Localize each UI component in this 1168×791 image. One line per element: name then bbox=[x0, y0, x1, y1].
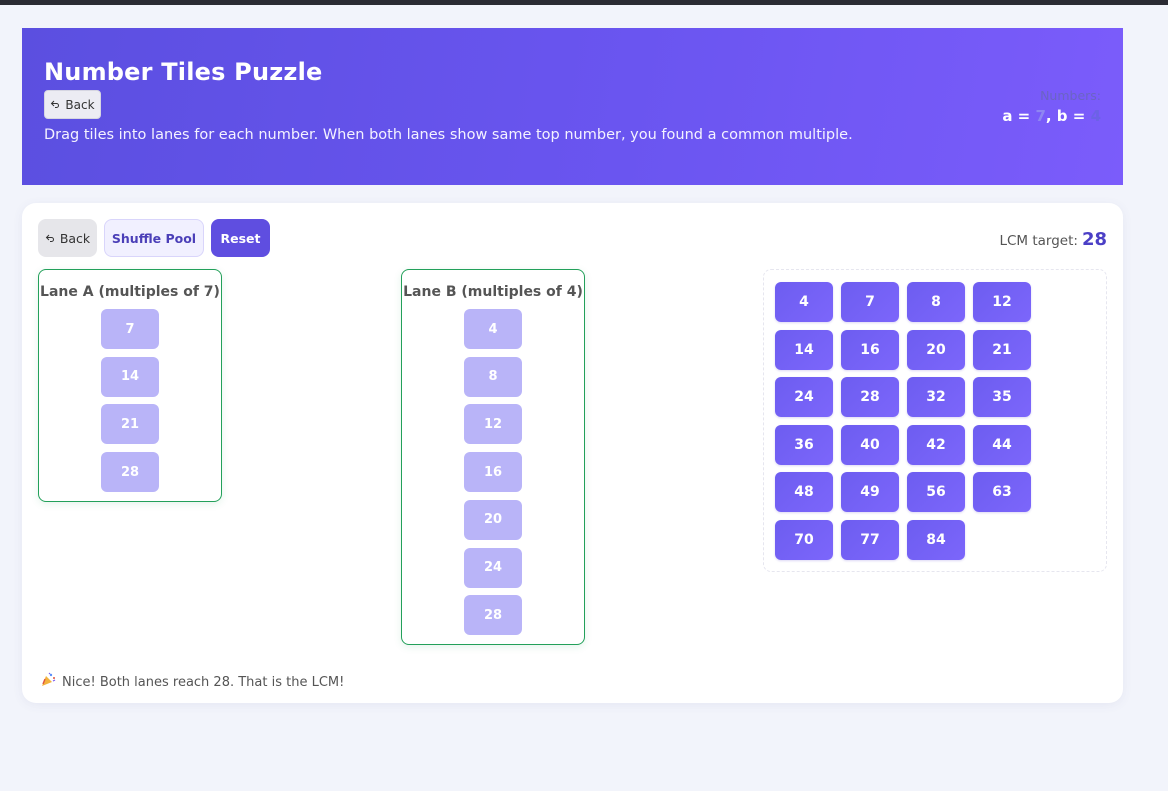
pool-tile[interactable]: 70 bbox=[775, 520, 833, 560]
pool-tile[interactable]: 84 bbox=[907, 520, 965, 560]
pool-tile[interactable]: 42 bbox=[907, 424, 965, 465]
header-back-label: Back bbox=[65, 97, 95, 112]
lane-b-tile[interactable]: 28 bbox=[464, 595, 522, 636]
lane-b-tile[interactable]: 24 bbox=[464, 547, 522, 588]
pool-tile[interactable]: 49 bbox=[841, 472, 899, 513]
reset-button[interactable]: Reset bbox=[211, 219, 270, 257]
lane-a-tile[interactable]: 21 bbox=[101, 404, 159, 445]
lane-b-tile[interactable]: 20 bbox=[464, 499, 522, 540]
lane-a-tile[interactable]: 14 bbox=[101, 356, 159, 397]
shuffle-pool-button[interactable]: Shuffle Pool bbox=[104, 219, 204, 257]
pool-tile[interactable]: 44 bbox=[973, 424, 1031, 465]
pool-tile[interactable]: 40 bbox=[841, 424, 899, 465]
pool-tile[interactable]: 16 bbox=[841, 329, 899, 370]
lane-b-title: Lane B (multiples of 4) bbox=[403, 284, 583, 300]
pool-tile[interactable]: 4 bbox=[775, 282, 833, 322]
tile-pool[interactable]: 4 7 8 12 14 16 20 21 24 28 32 35 36 40 42 44 48 49 56 63 70 7… bbox=[763, 269, 1107, 572]
pool-tile[interactable]: 20 bbox=[907, 329, 965, 370]
pool-tile[interactable]: 8 bbox=[907, 282, 965, 322]
b-prefix: , b = bbox=[1045, 107, 1091, 125]
pool-tile[interactable]: 63 bbox=[973, 472, 1031, 513]
pool-tile[interactable]: 14 bbox=[775, 329, 833, 370]
pool-tile[interactable]: 21 bbox=[973, 329, 1031, 370]
party-popper-icon bbox=[40, 672, 56, 692]
pool-tile[interactable]: 35 bbox=[973, 377, 1031, 418]
puzzle-card: Back Shuffle Pool Reset LCM target: 28 L… bbox=[22, 203, 1123, 703]
pool-tile[interactable]: 36 bbox=[775, 424, 833, 465]
lane-b[interactable]: Lane B (multiples of 4) 4 8 12 16 20 24 28 bbox=[401, 269, 585, 645]
pool-tile[interactable]: 48 bbox=[775, 472, 833, 513]
lane-a[interactable]: Lane A (multiples of 7) 7 14 21 28 bbox=[38, 269, 222, 502]
a-value: 7 bbox=[1035, 107, 1046, 125]
numbers-label: Numbers: bbox=[1040, 88, 1101, 103]
pool-tile[interactable]: 32 bbox=[907, 377, 965, 418]
lcm-target: LCM target: 28 bbox=[999, 229, 1107, 250]
lane-b-tile[interactable]: 4 bbox=[464, 309, 522, 349]
lane-b-tile[interactable]: 16 bbox=[464, 452, 522, 493]
pool-tile[interactable]: 56 bbox=[907, 472, 965, 513]
a-prefix: a = bbox=[1002, 107, 1036, 125]
b-value: 4 bbox=[1090, 107, 1101, 125]
lane-b-tile[interactable]: 12 bbox=[464, 404, 522, 445]
numbers-values: a = 7, b = 4 bbox=[1002, 107, 1101, 125]
pool-tile[interactable]: 24 bbox=[775, 377, 833, 418]
lane-a-tile[interactable]: 28 bbox=[101, 452, 159, 493]
page-title: Number Tiles Puzzle bbox=[44, 58, 323, 86]
instructions-text: Drag tiles into lanes for each number. W… bbox=[44, 127, 853, 143]
back-button[interactable]: Back bbox=[38, 219, 97, 257]
lcm-target-label: LCM target: bbox=[999, 233, 1078, 249]
lane-a-tile[interactable]: 7 bbox=[101, 309, 159, 349]
undo-arrow-icon bbox=[50, 98, 60, 112]
lcm-target-value: 28 bbox=[1081, 229, 1107, 250]
undo-arrow-icon bbox=[45, 231, 55, 246]
header-back-button[interactable]: Back bbox=[44, 90, 101, 119]
lane-a-title: Lane A (multiples of 7) bbox=[40, 284, 220, 300]
status-message: Nice! Both lanes reach 28. That is the L… bbox=[40, 672, 344, 692]
back-label: Back bbox=[59, 230, 91, 246]
pool-tile[interactable]: 7 bbox=[841, 282, 899, 322]
lane-b-tile[interactable]: 8 bbox=[464, 356, 522, 397]
window-top-bar bbox=[0, 0, 1168, 5]
pool-tile[interactable]: 28 bbox=[841, 377, 899, 418]
pool-tile[interactable]: 12 bbox=[973, 282, 1031, 322]
status-text: Nice! Both lanes reach 28. That is the L… bbox=[62, 674, 345, 690]
page-header: Number Tiles Puzzle Back Drag tiles into… bbox=[22, 28, 1123, 185]
pool-tile[interactable]: 77 bbox=[841, 520, 899, 560]
